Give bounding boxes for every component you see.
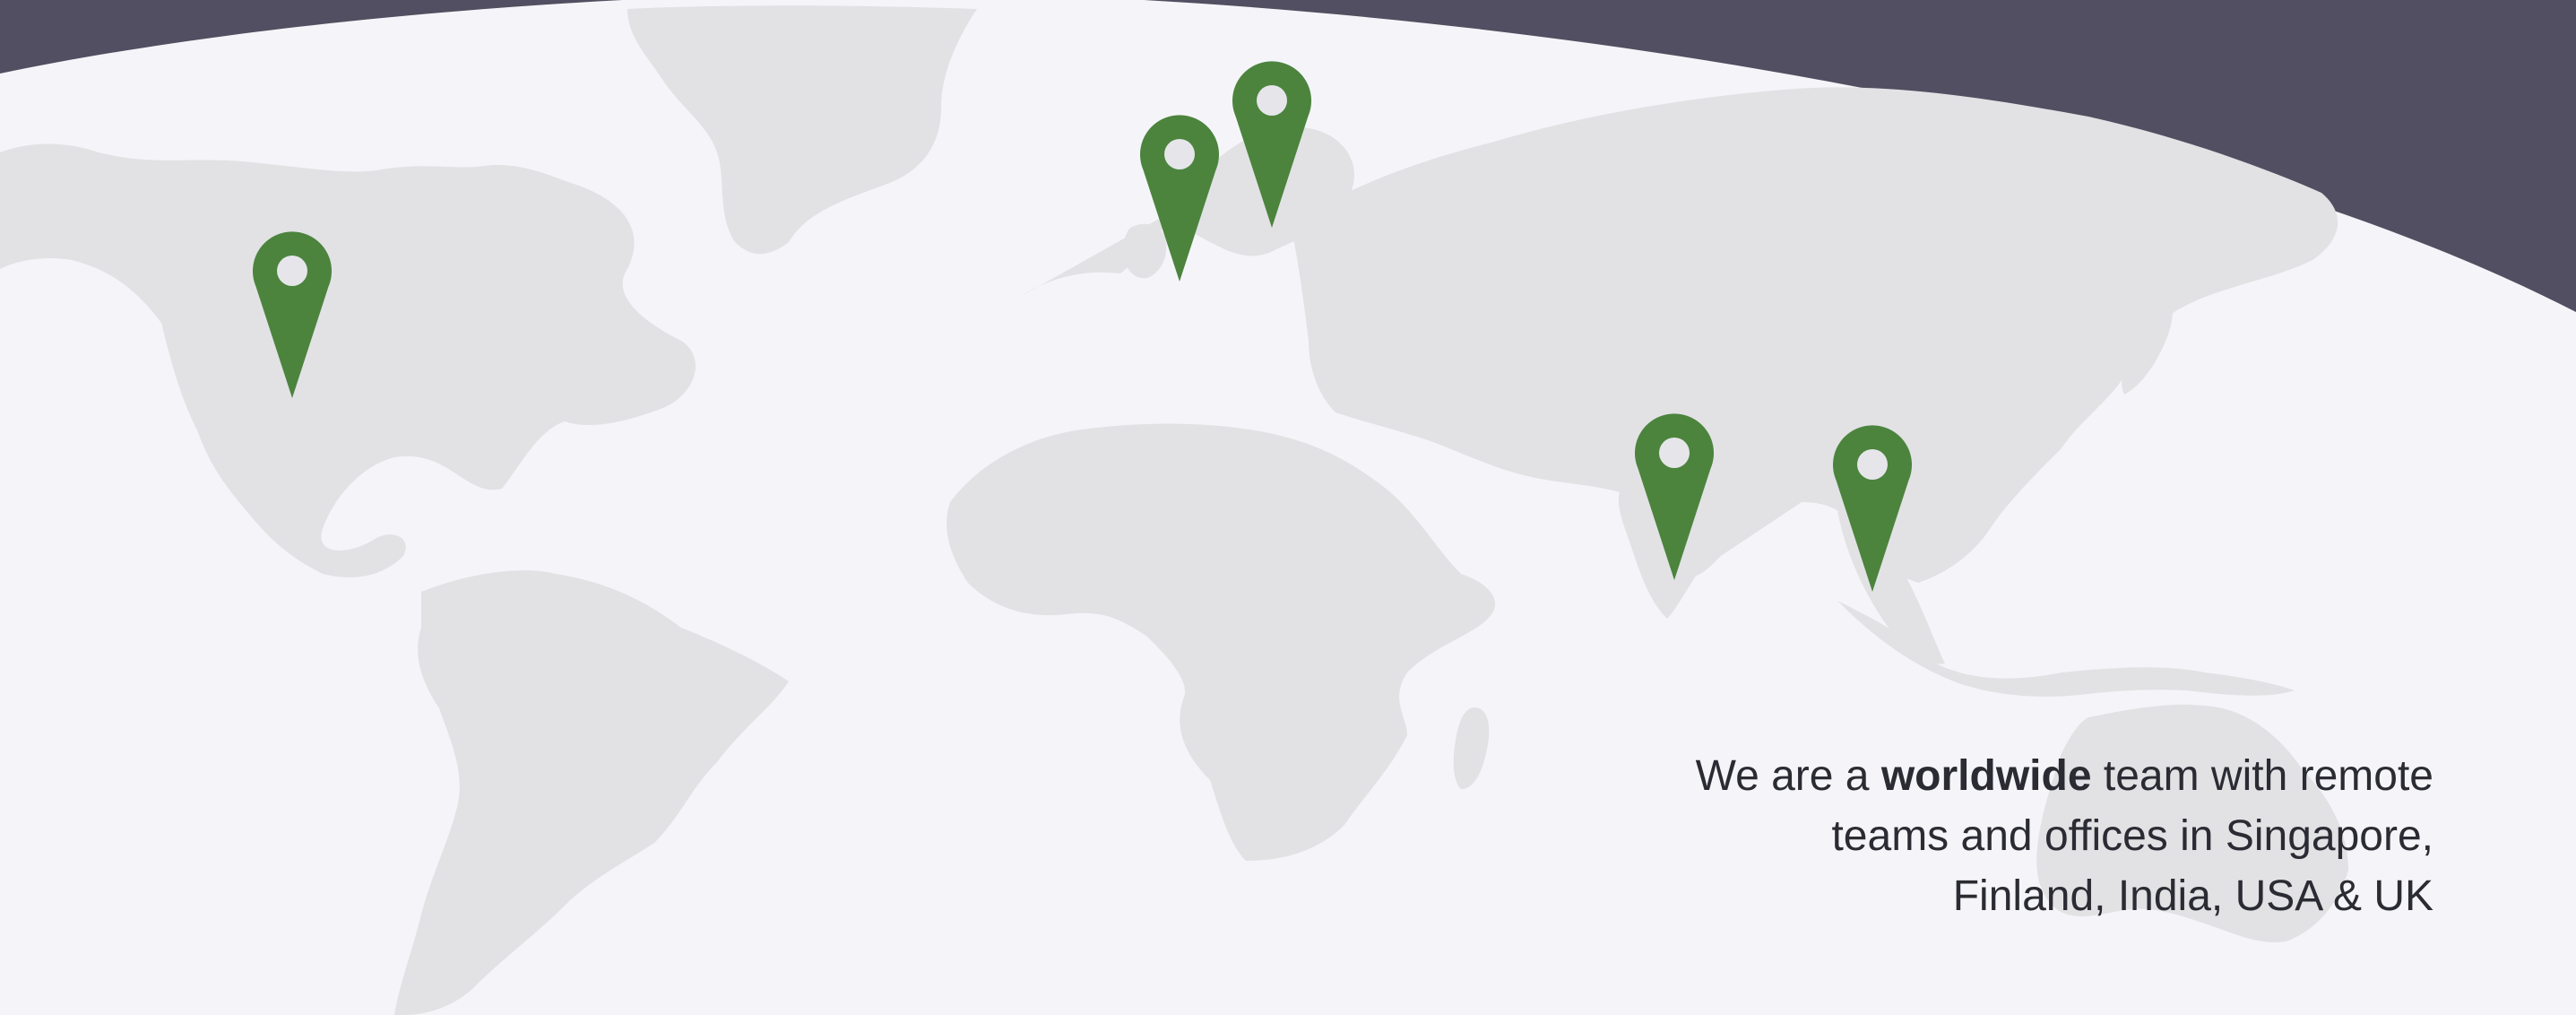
pin-center-dot (277, 256, 307, 286)
pin-center-dot (1164, 139, 1195, 169)
worldwide-section: We are a worldwide team with remote team… (0, 0, 2576, 1015)
uk-shape (1123, 223, 1167, 279)
caption-line1-prefix: We are a (1695, 752, 1881, 800)
caption-line2: teams and offices in Singapore, (1831, 812, 2433, 860)
africa-shape (947, 423, 1496, 861)
caption-line1-suffix: team with remote (2091, 752, 2433, 800)
south-america-shape (394, 570, 789, 1015)
pin-center-dot (1857, 449, 1888, 480)
caption-line3: Finland, India, USA & UK (1952, 872, 2433, 920)
worldwide-caption: We are a worldwide team with remote team… (1448, 746, 2433, 926)
north-america-shape (0, 143, 696, 577)
greenland-shape (627, 5, 977, 255)
asia-shape (1291, 87, 2338, 583)
pin-center-dot (1659, 438, 1690, 468)
pin-center-dot (1257, 85, 1287, 116)
caption-highlight-worldwide: worldwide (1880, 752, 2092, 800)
